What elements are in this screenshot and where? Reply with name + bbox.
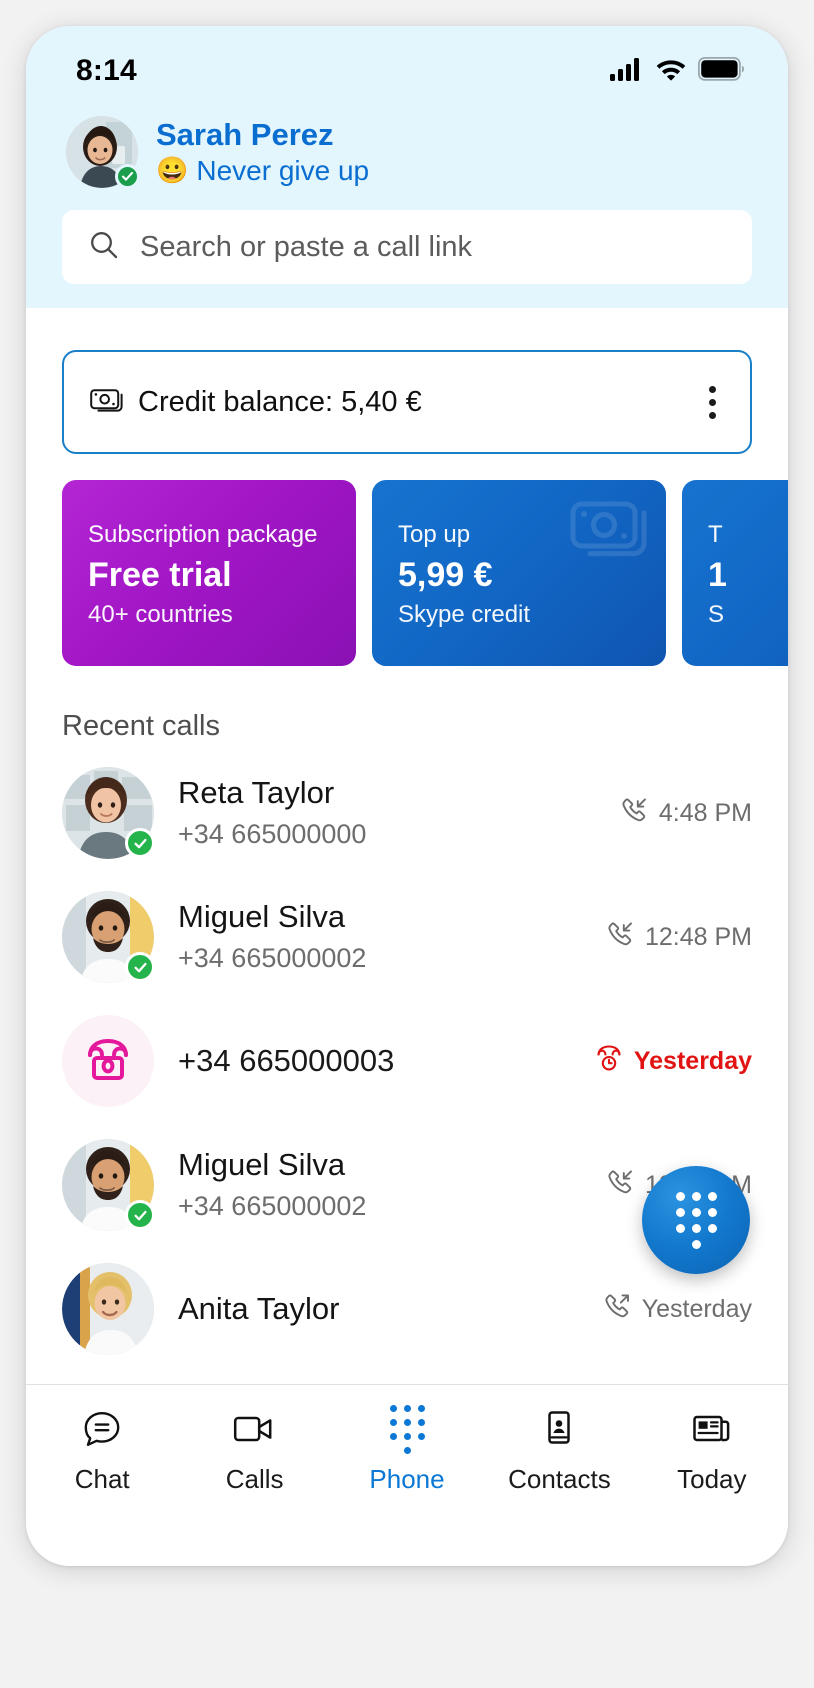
video-camera-icon xyxy=(232,1407,278,1451)
wifi-icon xyxy=(655,57,687,86)
avatar xyxy=(62,891,155,983)
profile-header[interactable]: Sarah Perez 😀 Never give up xyxy=(26,100,788,189)
call-time: Yesterday xyxy=(633,1046,752,1075)
presence-badge-available xyxy=(125,952,155,982)
call-incoming-icon xyxy=(606,1168,634,1203)
phone-screen: 8:14 Sarah Perez 😀 Never give up Search … xyxy=(26,26,788,1566)
contact-number: +34 665000000 xyxy=(178,818,367,849)
call-details: Miguel Silva +34 665000002 xyxy=(178,1146,582,1224)
call-meta: 12:48 PM xyxy=(606,920,752,955)
chat-bubble-icon xyxy=(81,1407,123,1451)
more-vertical-icon[interactable] xyxy=(699,380,726,425)
presence-badge-available xyxy=(115,164,140,189)
tab-label: Contacts xyxy=(508,1464,611,1494)
promo-carousel[interactable]: Subscription package Free trial 40+ coun… xyxy=(26,480,788,666)
tab-phone[interactable]: Phone xyxy=(331,1404,483,1495)
call-meta: Yesterday xyxy=(603,1292,752,1327)
tab-label: Today xyxy=(677,1464,747,1494)
contact-number: +34 665000002 xyxy=(178,942,367,973)
mood-emoji: 😀 xyxy=(156,154,189,185)
promo-top-label: Top up xyxy=(398,520,471,548)
call-outgoing-icon xyxy=(603,1292,631,1327)
phone-icon xyxy=(81,1032,135,1091)
call-details: +34 665000003 xyxy=(178,1043,571,1079)
table-row[interactable]: Reta Taylor +34 665000000 4:48 PM xyxy=(26,751,788,875)
credit-balance-card[interactable]: Credit balance: 5,40 € xyxy=(62,350,752,454)
news-icon xyxy=(690,1407,734,1451)
tab-today[interactable]: Today xyxy=(636,1407,788,1495)
call-details: Miguel Silva +34 665000002 xyxy=(178,898,582,976)
presence-badge-available xyxy=(125,828,155,858)
profile-name: Sarah Perez xyxy=(156,116,334,152)
promo-sub-label: Skype credit xyxy=(398,601,531,629)
promo-top-label: Subscription package xyxy=(88,520,318,548)
promo-card-third[interactable]: T 1 S xyxy=(682,480,788,666)
avatar xyxy=(62,767,155,859)
promo-headline: Free trial xyxy=(88,555,232,594)
status-bar: 8:14 xyxy=(26,26,788,100)
status-time: 8:14 xyxy=(76,54,137,87)
promo-sub-label: S xyxy=(708,601,725,629)
table-row[interactable]: +34 665000003 Yesterday xyxy=(26,999,788,1123)
tab-chat[interactable]: Chat xyxy=(26,1407,178,1495)
call-incoming-icon xyxy=(620,796,648,831)
avatar xyxy=(62,1139,155,1231)
credit-balance-left: Credit balance: 5,40 € xyxy=(90,386,422,419)
dialpad-icon xyxy=(389,1404,425,1454)
profile-mood[interactable]: 😀 Never give up xyxy=(156,154,369,188)
promo-headline: 1 xyxy=(708,555,727,594)
credit-balance-label: Credit balance: 5,40 € xyxy=(138,385,422,418)
recent-calls-list: Reta Taylor +34 665000000 4:48 PM Miguel… xyxy=(26,751,788,1371)
promo-card-subscription[interactable]: Subscription package Free trial 40+ coun… xyxy=(62,480,356,666)
avatar xyxy=(62,1263,154,1355)
promo-sub-label: 40+ countries xyxy=(88,601,233,629)
search-icon xyxy=(88,229,120,266)
profile-text: Sarah Perez 😀 Never give up xyxy=(156,117,369,187)
tab-calls[interactable]: Calls xyxy=(178,1407,330,1495)
tab-label: Chat xyxy=(74,1464,130,1494)
dialpad-fab-button[interactable] xyxy=(642,1166,750,1274)
tab-label: Calls xyxy=(225,1464,284,1494)
mood-text: Never give up xyxy=(196,154,370,186)
call-missed-icon xyxy=(595,1044,623,1079)
banknote-icon xyxy=(90,387,124,418)
call-time: 4:48 PM xyxy=(658,798,752,827)
call-details: Anita Taylor xyxy=(178,1290,579,1329)
contact-number: +34 665000003 xyxy=(178,1043,395,1078)
call-meta: 4:48 PM xyxy=(620,796,752,831)
battery-icon xyxy=(697,56,744,86)
contact-number: +34 665000002 xyxy=(178,1190,367,1221)
call-details: Reta Taylor +34 665000000 xyxy=(178,774,596,852)
search-input[interactable]: Search or paste a call link xyxy=(62,210,752,284)
tab-contacts[interactable]: Contacts xyxy=(483,1407,635,1495)
header-region: 8:14 Sarah Perez 😀 Never give up Search … xyxy=(26,26,788,308)
dialpad-icon xyxy=(675,1191,717,1249)
status-indicators xyxy=(610,56,744,86)
bottom-navigation: Chat Calls Phone Contacts Today xyxy=(26,1384,788,1566)
table-row[interactable]: Miguel Silva +34 665000002 12:48 PM xyxy=(26,875,788,999)
presence-badge-available xyxy=(125,1200,155,1230)
promo-top-label: T xyxy=(708,520,723,548)
contact-name: Miguel Silva xyxy=(178,1146,346,1182)
contact-card-icon xyxy=(538,1407,580,1451)
call-time: Yesterday xyxy=(641,1294,752,1323)
call-time: 12:48 PM xyxy=(644,922,752,951)
avatar[interactable] xyxy=(66,116,140,189)
cellular-signal-icon xyxy=(610,57,644,86)
search-placeholder: Search or paste a call link xyxy=(140,230,473,263)
tab-label: Phone xyxy=(369,1464,445,1494)
recent-calls-title: Recent calls xyxy=(62,710,220,742)
contact-name: Reta Taylor xyxy=(178,774,335,810)
call-incoming-icon xyxy=(606,920,634,955)
promo-card-topup[interactable]: Top up 5,99 € Skype credit xyxy=(372,480,666,666)
call-meta: Yesterday xyxy=(595,1044,752,1079)
contact-name: Anita Taylor xyxy=(178,1290,340,1326)
phone-glyph-avatar xyxy=(62,1015,154,1107)
contact-name: Miguel Silva xyxy=(178,898,346,934)
contact-photo xyxy=(62,1263,154,1355)
